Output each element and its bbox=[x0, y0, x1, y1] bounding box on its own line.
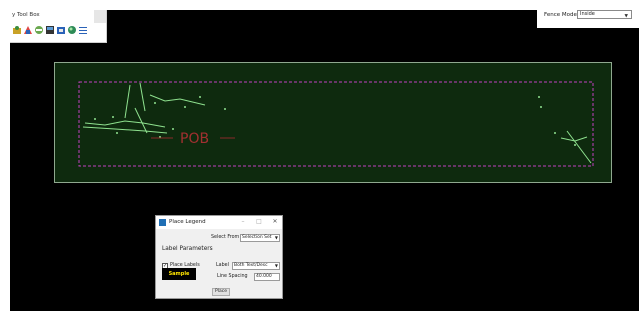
fence-mode-label: Fence Mode bbox=[544, 12, 577, 18]
fence-mode-bar: Fence Mode Inside ▼ bbox=[537, 10, 639, 28]
tool-icon-1[interactable] bbox=[12, 25, 22, 35]
tool-box-title: y Tool Box bbox=[12, 12, 40, 18]
drawing-canvas[interactable]: y Tool Box Fence Mode Inside ▼ POB Place… bbox=[10, 10, 639, 311]
chevron-down-icon: ▼ bbox=[274, 263, 278, 268]
tool-icon-5[interactable] bbox=[56, 25, 66, 35]
fence-mode-select[interactable]: Inside ▼ bbox=[577, 10, 632, 19]
tool-icon-2[interactable] bbox=[23, 25, 33, 35]
place-button[interactable]: Place bbox=[212, 288, 230, 296]
line-spacing-input[interactable]: 40.000 bbox=[254, 273, 280, 281]
fence-mode-value: Inside bbox=[580, 11, 595, 17]
left-linework bbox=[82, 82, 206, 134]
drawing-label: POB bbox=[180, 131, 209, 147]
close-icon[interactable]: ✕ bbox=[270, 218, 280, 225]
tool-box-icons bbox=[12, 25, 88, 35]
chevron-down-icon: ▼ bbox=[624, 14, 628, 19]
app-icon bbox=[159, 219, 166, 226]
drawing-sheet: POB bbox=[54, 62, 612, 183]
tool-icon-6[interactable] bbox=[67, 25, 77, 35]
select-from-label: Select From bbox=[211, 235, 240, 240]
label-parameters-heading: Label Parameters bbox=[162, 246, 213, 252]
fence-boundary bbox=[78, 81, 594, 167]
dialog-title: Place Legend bbox=[169, 219, 206, 225]
label-label: Label bbox=[216, 263, 229, 268]
chevron-down-icon: ▼ bbox=[274, 235, 278, 240]
sample-preview: Sample bbox=[162, 268, 196, 280]
tool-box-palette: y Tool Box bbox=[10, 10, 107, 43]
label-select[interactable]: Both Text/Desc ▼ bbox=[232, 262, 280, 270]
tool-icon-3[interactable] bbox=[34, 25, 44, 35]
right-dots bbox=[538, 96, 576, 146]
line-spacing-label: Line Spacing bbox=[217, 274, 248, 279]
select-from-value: Selection Set bbox=[242, 235, 272, 240]
maximize-icon[interactable]: □ bbox=[254, 218, 264, 225]
minimize-icon[interactable]: – bbox=[238, 218, 248, 225]
drawing-linework: POB bbox=[78, 81, 594, 167]
tool-icon-4[interactable] bbox=[45, 25, 55, 35]
label-value: Both Text/Desc bbox=[234, 263, 268, 268]
place-legend-dialog: Place Legend – □ ✕ Select From Selection… bbox=[155, 215, 283, 299]
tool-box-close-area[interactable] bbox=[94, 10, 106, 23]
dialog-titlebar[interactable]: Place Legend – □ ✕ bbox=[156, 216, 282, 229]
tool-icon-7[interactable] bbox=[78, 25, 88, 35]
right-linework bbox=[560, 130, 592, 164]
select-from-select[interactable]: Selection Set ▼ bbox=[240, 234, 280, 242]
